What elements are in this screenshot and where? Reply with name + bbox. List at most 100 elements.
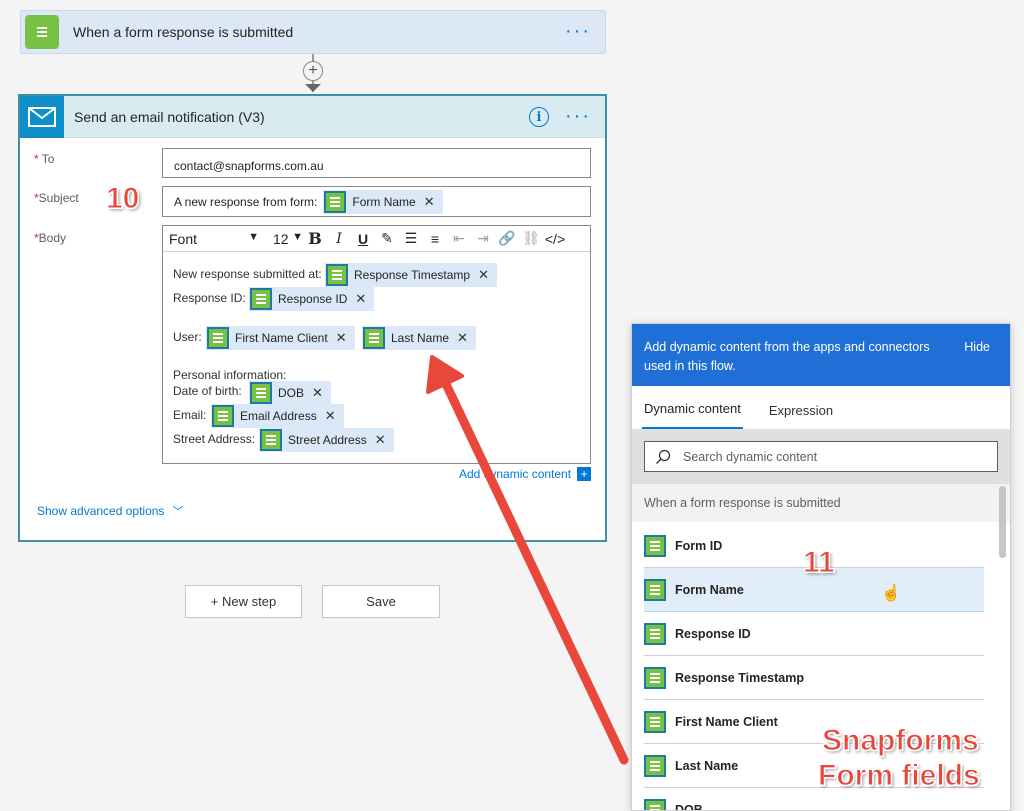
callout-snapforms: Snapforms <box>822 724 980 757</box>
chevron-down-icon: ﹀ <box>172 506 184 518</box>
item-label: Form ID <box>675 538 723 553</box>
group-header: When a form response is submitted <box>632 484 1010 522</box>
trigger-title: When a form response is submitted <box>73 24 294 40</box>
body-text-email: Email: <box>173 408 207 422</box>
token-last-name[interactable]: Last Name ✕ <box>362 326 476 350</box>
list-item[interactable]: Response ID <box>644 612 984 656</box>
body-text-submitted: New response submitted at: <box>173 267 322 281</box>
unlink-icon[interactable]: ⛓ <box>519 227 543 251</box>
body-text-street: Street Address: <box>173 432 256 446</box>
insert-step-icon[interactable]: + <box>303 61 323 81</box>
subject-field[interactable]: A new response from form: Form Name ✕ <box>162 186 591 217</box>
list-item[interactable]: Response Timestamp <box>644 656 984 700</box>
add-dynamic-label: Add dynamic content <box>459 467 572 481</box>
search-input[interactable]: Search dynamic content <box>644 441 998 472</box>
form-icon <box>25 15 59 49</box>
token-response-id[interactable]: Response ID ✕ <box>249 287 375 311</box>
remove-token-icon[interactable]: ✕ <box>457 330 468 346</box>
hide-button[interactable]: Hide <box>964 338 990 357</box>
token-label: DOB <box>278 386 305 400</box>
bullet-list-icon[interactable]: ☰ <box>399 227 423 251</box>
item-label: Response ID <box>675 626 751 641</box>
subject-label: *Subject <box>34 191 79 205</box>
token-label: Response Timestamp <box>354 268 471 282</box>
scrollbar[interactable] <box>999 486 1006 558</box>
connector-arrow-icon <box>305 84 321 92</box>
token-label: Last Name <box>391 331 450 345</box>
remove-token-icon[interactable]: ✕ <box>478 267 489 283</box>
form-icon <box>644 754 666 777</box>
font-select[interactable]: Font ▼ <box>163 231 267 247</box>
form-icon <box>250 288 272 310</box>
remove-token-icon[interactable]: ✕ <box>312 385 323 401</box>
step-11-annotation: 11 <box>803 546 836 580</box>
remove-token-icon[interactable]: ✕ <box>355 291 366 307</box>
font-size-select[interactable]: 12 ▼ <box>267 231 303 247</box>
to-field[interactable]: contact@snapforms.com.au <box>162 148 591 178</box>
token-form-name[interactable]: Form Name ✕ <box>323 189 443 214</box>
trigger-card[interactable]: When a form response is submitted ··· <box>20 10 606 54</box>
callout-form-fields: Form fields <box>818 759 981 792</box>
search-icon <box>656 449 671 464</box>
outdent-icon[interactable]: ⇤ <box>447 227 471 251</box>
token-label: Street Address <box>288 433 367 447</box>
token-label: Response ID <box>278 292 348 306</box>
item-label: DOB <box>675 803 703 811</box>
hand-cursor-icon: ☝ <box>881 585 901 602</box>
token-street-address[interactable]: Street Address ✕ <box>259 428 394 452</box>
panel-header-text: Add dynamic content from the apps and co… <box>644 340 930 373</box>
remove-token-icon[interactable]: ✕ <box>325 408 336 424</box>
remove-token-icon[interactable]: ✕ <box>375 432 386 448</box>
token-label: Form Name <box>352 194 416 209</box>
panel-tabs: Dynamic content Expression <box>632 386 1010 430</box>
form-icon <box>324 190 347 213</box>
indent-icon[interactable]: ⇥ <box>471 227 495 251</box>
underline-button[interactable]: U <box>351 227 375 251</box>
body-text-dob: Date of birth: <box>173 384 242 398</box>
add-icon: + <box>577 467 592 481</box>
form-icon <box>207 327 229 349</box>
to-label: * To <box>34 152 55 166</box>
action-header[interactable]: Send an email notification (V3) i ··· <box>20 95 605 138</box>
new-step-button[interactable]: + New step <box>185 585 302 618</box>
italic-button[interactable]: I <box>327 227 351 251</box>
form-icon <box>326 264 348 286</box>
token-response-timestamp[interactable]: Response Timestamp ✕ <box>325 263 497 287</box>
step-10-annotation: 10 <box>105 182 140 216</box>
more-options-icon[interactable]: ··· <box>565 21 591 41</box>
token-dob[interactable]: DOB ✕ <box>249 381 331 405</box>
remove-token-icon[interactable]: ✕ <box>424 194 435 210</box>
link-icon[interactable]: 🔗 <box>495 227 519 251</box>
item-label: Last Name <box>675 758 739 773</box>
more-options-icon[interactable]: ··· <box>565 106 591 126</box>
add-dynamic-content-link[interactable]: Add dynamic content + <box>459 467 592 481</box>
item-label: Response Timestamp <box>675 670 804 685</box>
to-value: contact@snapforms.com.au <box>174 159 324 173</box>
form-icon <box>363 327 385 349</box>
token-first-name-client[interactable]: First Name Client ✕ <box>206 326 355 350</box>
numbered-list-icon[interactable]: ≡ <box>423 227 447 251</box>
token-email-address[interactable]: Email Address ✕ <box>211 404 344 428</box>
show-advanced-options[interactable]: Show advanced options ﹀ <box>37 503 183 519</box>
highlight-icon[interactable]: ✎ <box>375 227 399 251</box>
body-text-response-id: Response ID: <box>173 291 246 305</box>
subject-prefix: A new response from form: <box>174 194 318 209</box>
form-icon <box>644 799 666 810</box>
editor-toolbar: Font ▼ 12 ▼ B I U ✎ ☰ ≡ ⇤ ⇥ 🔗 ⛓ </> <box>163 226 590 252</box>
item-label: First Name Client <box>675 714 778 729</box>
code-view-icon[interactable]: </> <box>543 227 567 251</box>
form-icon <box>212 405 234 427</box>
body-text-personal: Personal information: <box>173 368 287 382</box>
bold-button[interactable]: B <box>303 227 327 251</box>
form-icon <box>250 382 272 404</box>
form-icon <box>644 578 666 601</box>
save-button[interactable]: Save <box>322 585 440 618</box>
token-label: First Name Client <box>235 331 328 345</box>
info-icon[interactable]: i <box>529 107 549 127</box>
tab-dynamic-content[interactable]: Dynamic content <box>642 401 743 429</box>
panel-header: Add dynamic content from the apps and co… <box>632 324 1010 386</box>
remove-token-icon[interactable]: ✕ <box>336 330 347 346</box>
form-icon <box>644 622 666 645</box>
tab-expression[interactable]: Expression <box>767 403 835 429</box>
token-label: Email Address <box>240 409 317 423</box>
